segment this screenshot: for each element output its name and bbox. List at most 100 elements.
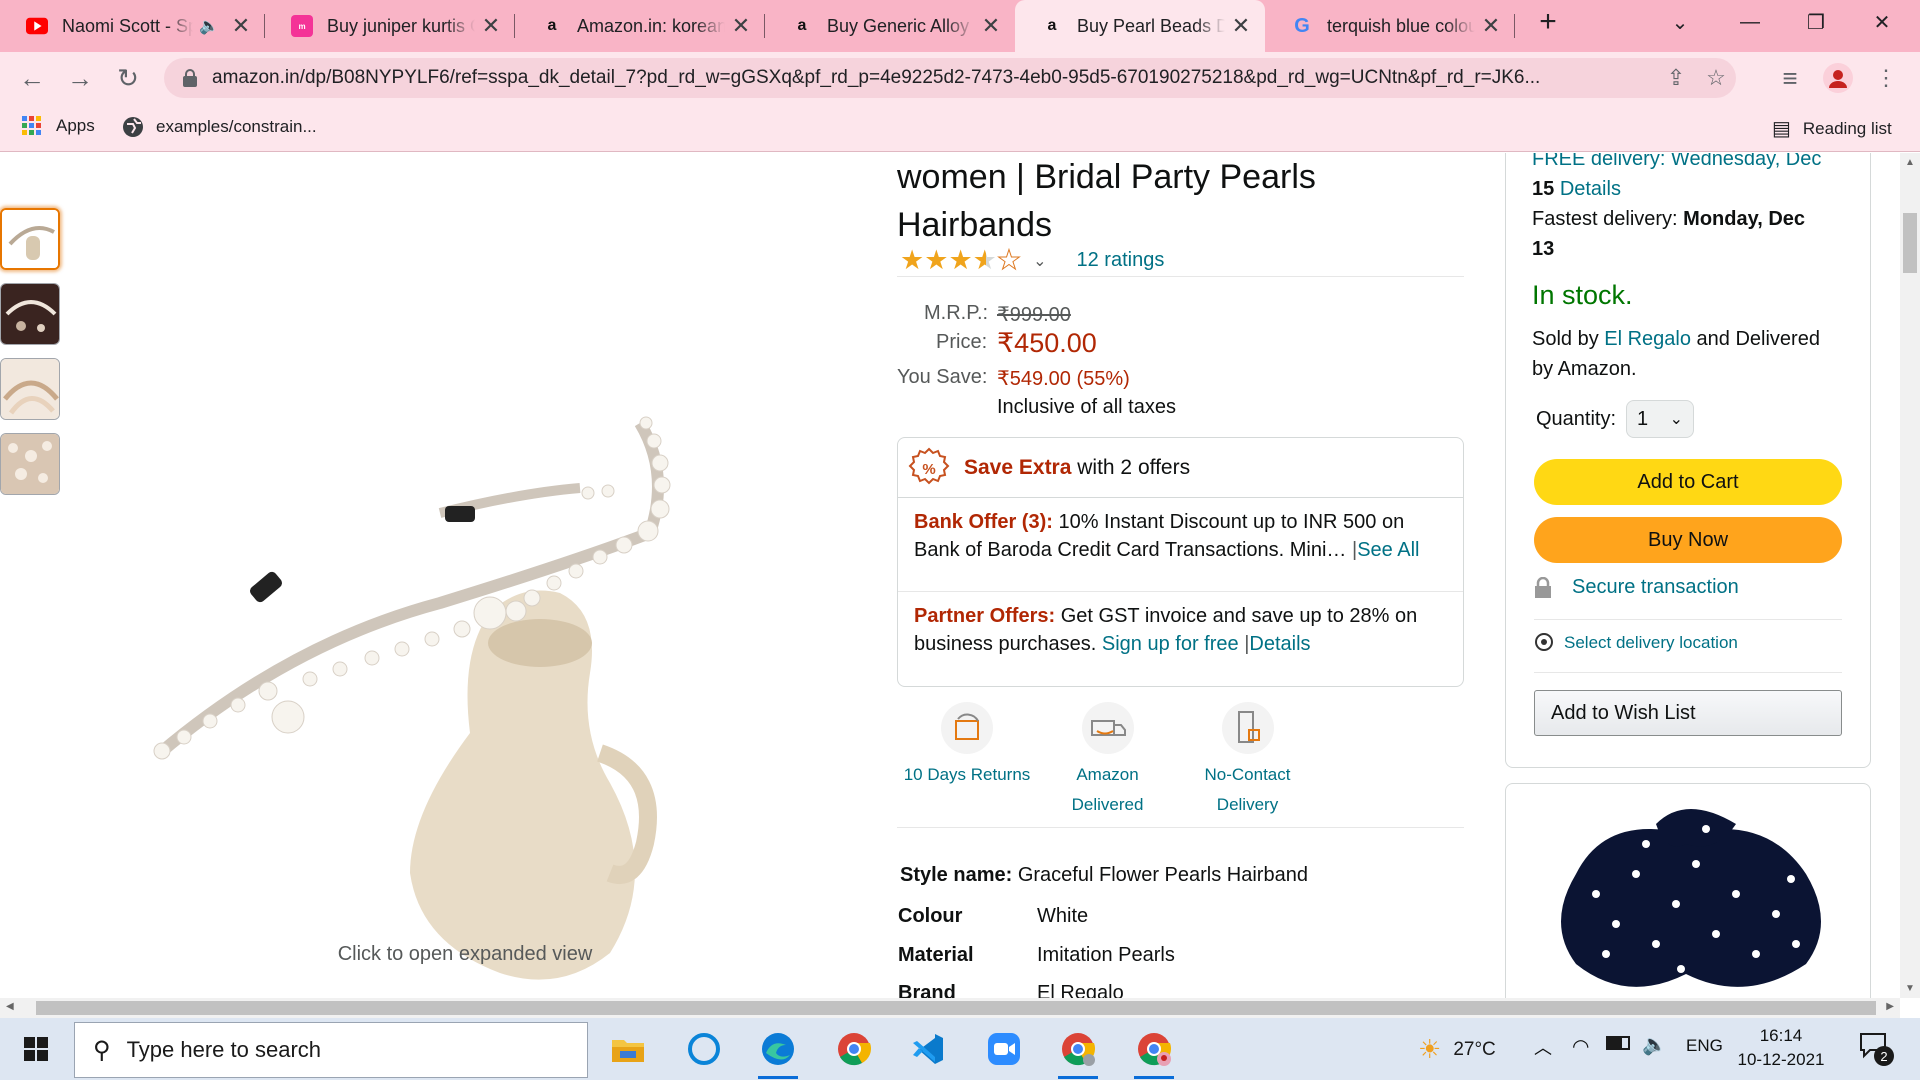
close-tab-icon[interactable]: ✕ (731, 13, 751, 39)
forward-button[interactable]: → (60, 58, 100, 98)
main-product-image[interactable] (140, 313, 700, 993)
weather-widget[interactable]: ☀ 27°C (1418, 1034, 1496, 1065)
feature-returns[interactable]: 10 Days Returns (897, 702, 1037, 790)
wifi-icon[interactable]: ◠ (1572, 1034, 1589, 1059)
see-all-link[interactable]: See All (1357, 539, 1419, 561)
bank-offer-label: Bank Offer (3): (914, 511, 1053, 533)
close-tab-icon[interactable]: ✕ (1231, 13, 1251, 39)
sold-by-line2: by Amazon. (1532, 358, 1637, 380)
ratings-count-link[interactable]: 12 ratings (1077, 249, 1165, 272)
quantity-select[interactable]: 1 ⌄ (1626, 400, 1695, 438)
tab-meesho[interactable]: m Buy juniper kurtis Online ✕ (265, 0, 515, 52)
taskbar-search-box[interactable]: ⚲ Type here to search (74, 1022, 588, 1078)
battery-icon[interactable] (1606, 1036, 1630, 1050)
close-tab-icon[interactable]: ✕ (231, 13, 251, 39)
new-tab-button[interactable]: + (1518, 0, 1578, 44)
close-window-button[interactable]: ✕ (1852, 0, 1912, 44)
windows-start-button[interactable] (8, 1026, 64, 1072)
seller-link[interactable]: El Regalo (1604, 328, 1691, 350)
zoom-icon[interactable] (976, 1026, 1032, 1072)
file-explorer-icon[interactable] (600, 1026, 656, 1072)
reading-list-button[interactable]: ▤ Reading list (1772, 116, 1892, 141)
horizontal-scroll-thumb[interactable] (36, 1001, 1876, 1015)
scroll-down-arrow-icon[interactable]: ▼ (1905, 983, 1915, 994)
star-full-icon[interactable]: ★ (924, 245, 948, 276)
amazon-icon: a (797, 17, 807, 34)
vertical-scrollbar[interactable]: ▲ ▼ (1900, 153, 1920, 998)
cortana-icon[interactable] (676, 1026, 732, 1072)
scroll-left-arrow-icon[interactable]: ◀ (6, 1001, 14, 1012)
close-tab-icon[interactable]: ✕ (981, 13, 1001, 39)
partner-offer[interactable]: Partner Offers: Get GST invoice and save… (898, 592, 1463, 668)
star-full-icon[interactable]: ★ (900, 245, 924, 276)
star-empty-icon[interactable]: ★ (996, 245, 1021, 276)
product-thumbnail[interactable] (0, 283, 60, 345)
tab-search-chevron-icon[interactable]: ⌄ (1650, 0, 1710, 44)
horizontal-scrollbar[interactable]: ◀ ▶ (0, 998, 1900, 1018)
reading-list-icon: ▤ (1772, 118, 1791, 140)
lock-icon[interactable] (182, 69, 198, 87)
vertical-scroll-thumb[interactable] (1903, 213, 1917, 273)
delivery-details-link[interactable]: Details (1560, 178, 1621, 200)
feature-amazon-delivered[interactable]: Amazon Delivered (1050, 702, 1165, 820)
add-to-wishlist-button[interactable]: Add to Wish List (1534, 690, 1842, 736)
url-text[interactable]: amazon.in/dp/B08NYPYLF6/ref=sspa_dk_deta… (212, 67, 1656, 89)
chrome-window-icon[interactable] (1050, 1026, 1106, 1079)
tab-amazon-pearl[interactable]: a Buy Pearl Beads Decor ✕ (1015, 0, 1265, 52)
language-indicator[interactable]: ENG (1686, 1036, 1723, 1056)
offers-header[interactable]: % Save Extra with 2 offers (898, 438, 1463, 498)
chevron-down-icon[interactable]: ⌄ (1033, 251, 1046, 271)
close-tab-icon[interactable]: ✕ (1481, 13, 1501, 39)
tab-amazon-alloy[interactable]: a Buy Generic Alloy & Pearl ✕ (765, 0, 1015, 52)
audio-icon[interactable]: 🔈 (199, 16, 219, 36)
profile-avatar[interactable] (1818, 58, 1858, 98)
product-thumbnail[interactable] (0, 208, 60, 270)
partner-offer-label: Partner Offers: (914, 605, 1056, 627)
volume-icon[interactable]: 🔈 (1642, 1032, 1667, 1057)
star-half-icon[interactable]: ★ (973, 245, 997, 276)
delivery-info: FREE delivery: Wednesday, Dec 15 Details… (1532, 153, 1852, 264)
reload-button[interactable]: ↻ (108, 58, 148, 98)
product-thumbnail[interactable] (0, 358, 60, 420)
minimize-button[interactable]: — (1720, 0, 1780, 44)
back-button[interactable]: ← (12, 58, 52, 98)
bookmark-apps[interactable]: Apps (22, 116, 95, 136)
restore-button[interactable]: ❐ (1786, 0, 1846, 44)
chrome-icon[interactable] (826, 1026, 882, 1072)
style-value: Graceful Flower Pearls Hairband (1017, 864, 1308, 886)
tab-amazon-korean[interactable]: a Amazon.in: korean hair ✕ (515, 0, 765, 52)
details-link[interactable]: Details (1249, 633, 1310, 655)
star-full-icon[interactable]: ★ (948, 245, 972, 276)
delivery-location[interactable]: Select delivery location (1534, 632, 1738, 654)
bookmark-star-icon[interactable]: ☆ (1696, 65, 1736, 91)
notification-center-button[interactable]: 2 (1858, 1030, 1894, 1066)
vscode-icon[interactable] (900, 1026, 956, 1072)
sign-up-link[interactable]: Sign up for free (1102, 633, 1239, 655)
bank-offer[interactable]: Bank Offer (3): 10% Instant Discount up … (898, 498, 1463, 592)
expand-view-caption[interactable]: Click to open expanded view (300, 943, 630, 966)
add-to-cart-button[interactable]: Add to Cart (1534, 459, 1842, 505)
scroll-right-arrow-icon[interactable]: ▶ (1886, 1001, 1894, 1012)
tray-chevron-up-icon[interactable]: ︿ (1534, 1034, 1552, 1060)
scroll-up-arrow-icon[interactable]: ▲ (1905, 157, 1915, 168)
clock[interactable]: 16:14 10-12-2021 (1736, 1024, 1826, 1072)
close-tab-icon[interactable]: ✕ (481, 13, 501, 39)
feature-no-contact[interactable]: No-Contact Delivery (1190, 702, 1305, 820)
menu-kebab-icon[interactable]: ⋮ (1866, 58, 1906, 98)
chevron-down-icon: ⌄ (1669, 411, 1684, 428)
edge-browser-icon[interactable] (750, 1026, 806, 1079)
tab-google[interactable]: G terquish blue colour ✕ (1265, 0, 1515, 52)
bookmark-examples[interactable]: examples/constrain... (122, 116, 317, 138)
tab-youtube[interactable]: Naomi Scott - Speechless 🔈 ✕ (0, 0, 265, 52)
sponsored-product-card[interactable] (1505, 783, 1871, 998)
secure-transaction[interactable]: Secure transaction (1534, 576, 1739, 599)
share-icon[interactable]: ⇪ (1656, 65, 1696, 91)
chrome-profile-icon[interactable] (1126, 1026, 1182, 1079)
clock-date: 10-12-2021 (1737, 1050, 1825, 1069)
buy-now-button[interactable]: Buy Now (1534, 517, 1842, 563)
windows-taskbar: ⚲ Type here to search ☀ 27°C ︿ ◠ 🔈 ENG 1… (0, 1018, 1920, 1080)
product-thumbnail[interactable] (0, 433, 60, 495)
media-control-icon[interactable]: ≡ (1770, 58, 1810, 98)
address-bar[interactable]: amazon.in/dp/B08NYPYLF6/ref=sspa_dk_deta… (164, 58, 1736, 98)
clock-time: 16:14 (1759, 1026, 1803, 1045)
